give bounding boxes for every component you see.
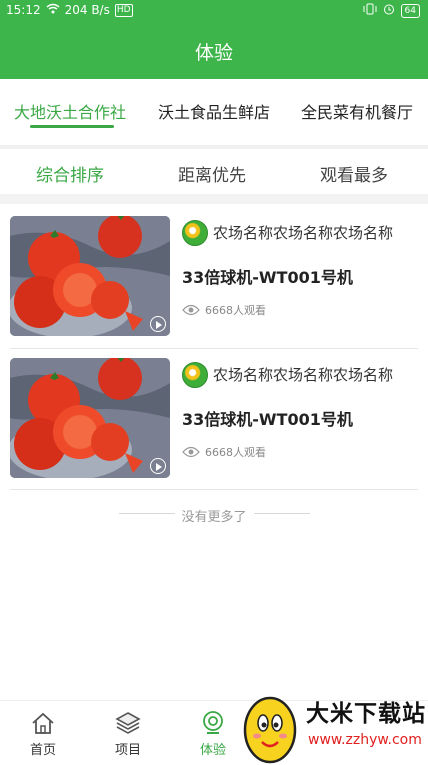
active-tab-indicator [30, 125, 114, 128]
end-of-list: 没有更多了 [0, 504, 428, 525]
watermark-logo-icon [243, 696, 297, 764]
wifi-icon [46, 3, 60, 17]
sort-tab-distance[interactable]: 距离优先 [178, 161, 246, 186]
watermark: 大米下载站 www.zzhyw.com [230, 688, 428, 765]
status-time: 15:12 [6, 3, 41, 17]
alarm-icon [383, 3, 395, 18]
view-count: 6668人观看 [182, 444, 266, 460]
tab-store-2[interactable]: 沃土食品生鲜店 [158, 99, 270, 123]
status-bar: 15:12 204 B/s HD 64 [0, 0, 428, 22]
vibrate-icon [363, 3, 377, 18]
sort-tabs: 综合排序 距离优先 观看最多 [0, 149, 428, 194]
play-icon[interactable] [150, 458, 166, 474]
store-tabs: 大地沃土合作社 沃土食品生鲜店 全民菜有机餐厅 [0, 79, 428, 145]
sort-tab-comprehensive[interactable]: 综合排序 [36, 161, 104, 186]
tab-store-3[interactable]: 全民菜有机餐厅 [301, 99, 413, 123]
nav-label: 首页 [29, 743, 56, 758]
view-count-text: 6668人观看 [205, 304, 266, 317]
camera-icon [203, 711, 223, 734]
farm-name: 农场名称农场名称农场名称 [213, 224, 394, 242]
farm-name: 农场名称农场名称农场名称 [213, 366, 394, 384]
nav-home[interactable]: 首页 [13, 709, 73, 758]
layers-icon [115, 712, 141, 734]
device-title: 33倍球机-WT001号机 [182, 268, 353, 287]
no-more-text: 没有更多了 [181, 510, 247, 525]
net-speed: 204 B/s [64, 3, 110, 17]
app-header: 15:12 204 B/s HD 64 体验 [0, 0, 428, 79]
divider [10, 489, 418, 490]
view-count: 6668人观看 [182, 302, 266, 318]
page-title: 体验 [194, 42, 233, 64]
watermark-url: www.zzhyw.com [308, 732, 422, 748]
farm-logo-icon [182, 220, 208, 246]
divider [0, 194, 428, 204]
hd-badge: HD [114, 3, 133, 17]
divider [254, 513, 310, 514]
video-thumbnail[interactable] [10, 358, 170, 478]
video-card[interactable]: 农场名称农场名称农场名称 33倍球机-WT001号机 6668人观看 [10, 348, 418, 478]
view-count-text: 6668人观看 [205, 446, 266, 459]
battery-indicator: 64 [400, 3, 420, 18]
tab-store-1[interactable]: 大地沃土合作社 [14, 99, 126, 123]
nav-label: 项目 [114, 743, 141, 758]
sort-tab-most-viewed[interactable]: 观看最多 [320, 161, 388, 186]
video-card[interactable]: 农场名称农场名称农场名称 33倍球机-WT001号机 6668人观看 [10, 206, 418, 336]
video-thumbnail[interactable] [10, 216, 170, 336]
home-icon [32, 712, 54, 734]
eye-icon [182, 304, 200, 316]
eye-icon [182, 446, 200, 458]
watermark-text: 大米下载站 [306, 701, 426, 727]
device-title: 33倍球机-WT001号机 [182, 410, 353, 429]
play-icon[interactable] [150, 316, 166, 332]
nav-projects[interactable]: 项目 [98, 709, 158, 758]
farm-logo-icon [182, 362, 208, 388]
